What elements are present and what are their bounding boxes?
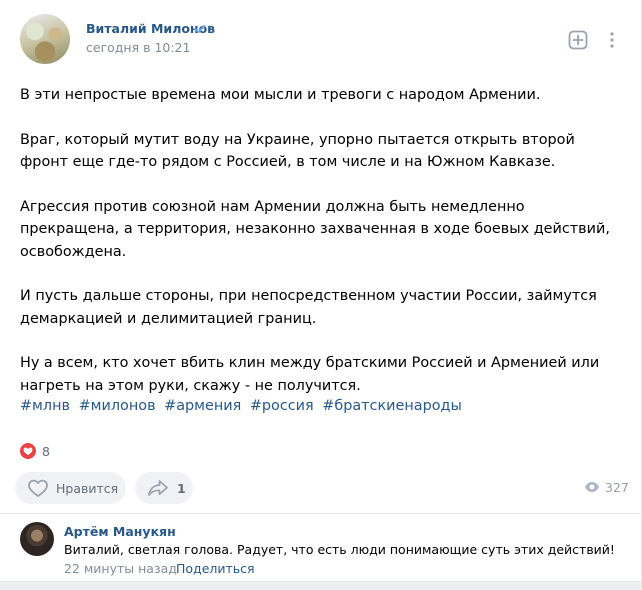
post-time[interactable]: сегодня в 10:21 bbox=[86, 40, 190, 55]
views-count: 327 bbox=[605, 480, 629, 495]
post-paragraph: И пусть дальше стороны, при непосредстве… bbox=[20, 288, 597, 327]
hashtag-link[interactable]: #млнв bbox=[20, 398, 70, 414]
share-count: 1 bbox=[177, 480, 186, 496]
add-square-icon[interactable] bbox=[568, 30, 588, 50]
heart-reaction-icon[interactable] bbox=[20, 443, 36, 459]
post-card: Виталий Милонов сегодня в 10:21 В эти не… bbox=[0, 0, 642, 582]
comments-divider bbox=[0, 513, 642, 514]
share-arrow-icon bbox=[148, 480, 168, 496]
comment-share-link[interactable]: Поделиться bbox=[176, 561, 255, 576]
commenter-name[interactable]: Артём Манукян bbox=[64, 524, 176, 539]
post-paragraph: Агрессия против союзной нам Армении долж… bbox=[20, 198, 610, 260]
hashtag-link[interactable]: #милонов bbox=[79, 398, 156, 414]
eye-icon bbox=[585, 482, 599, 492]
hashtag-list: #млнв #милонов #армения #россия #братски… bbox=[20, 398, 466, 414]
like-label: Нравится bbox=[56, 480, 119, 496]
hashtag-link[interactable]: #армения bbox=[164, 398, 241, 414]
post-text: В эти непростые времена мои мысли и трев… bbox=[20, 84, 624, 397]
reaction-count[interactable]: 8 bbox=[42, 444, 50, 459]
like-button[interactable]: Нравится bbox=[15, 472, 126, 504]
hashtag-link[interactable]: #россия bbox=[250, 398, 314, 414]
author-avatar[interactable] bbox=[20, 14, 70, 64]
hashtag-link[interactable]: #братскиенароды bbox=[322, 398, 462, 414]
comment-time[interactable]: 22 минуты назад bbox=[64, 561, 177, 576]
heart-icon bbox=[28, 479, 48, 497]
more-vertical-icon[interactable] bbox=[610, 32, 614, 48]
commenter-avatar[interactable] bbox=[20, 522, 54, 556]
post-paragraph: Враг, который мутит воду на Украине, упо… bbox=[20, 131, 575, 171]
comment-text: Виталий, светлая голова. Радует, что ест… bbox=[64, 542, 615, 557]
post-paragraph: Ну а всем, кто хочет вбить клин между бр… bbox=[20, 355, 600, 394]
verified-check-icon bbox=[194, 24, 206, 33]
share-button[interactable]: 1 bbox=[135, 472, 193, 504]
post-paragraph: В эти непростые времена мои мысли и трев… bbox=[20, 87, 541, 103]
